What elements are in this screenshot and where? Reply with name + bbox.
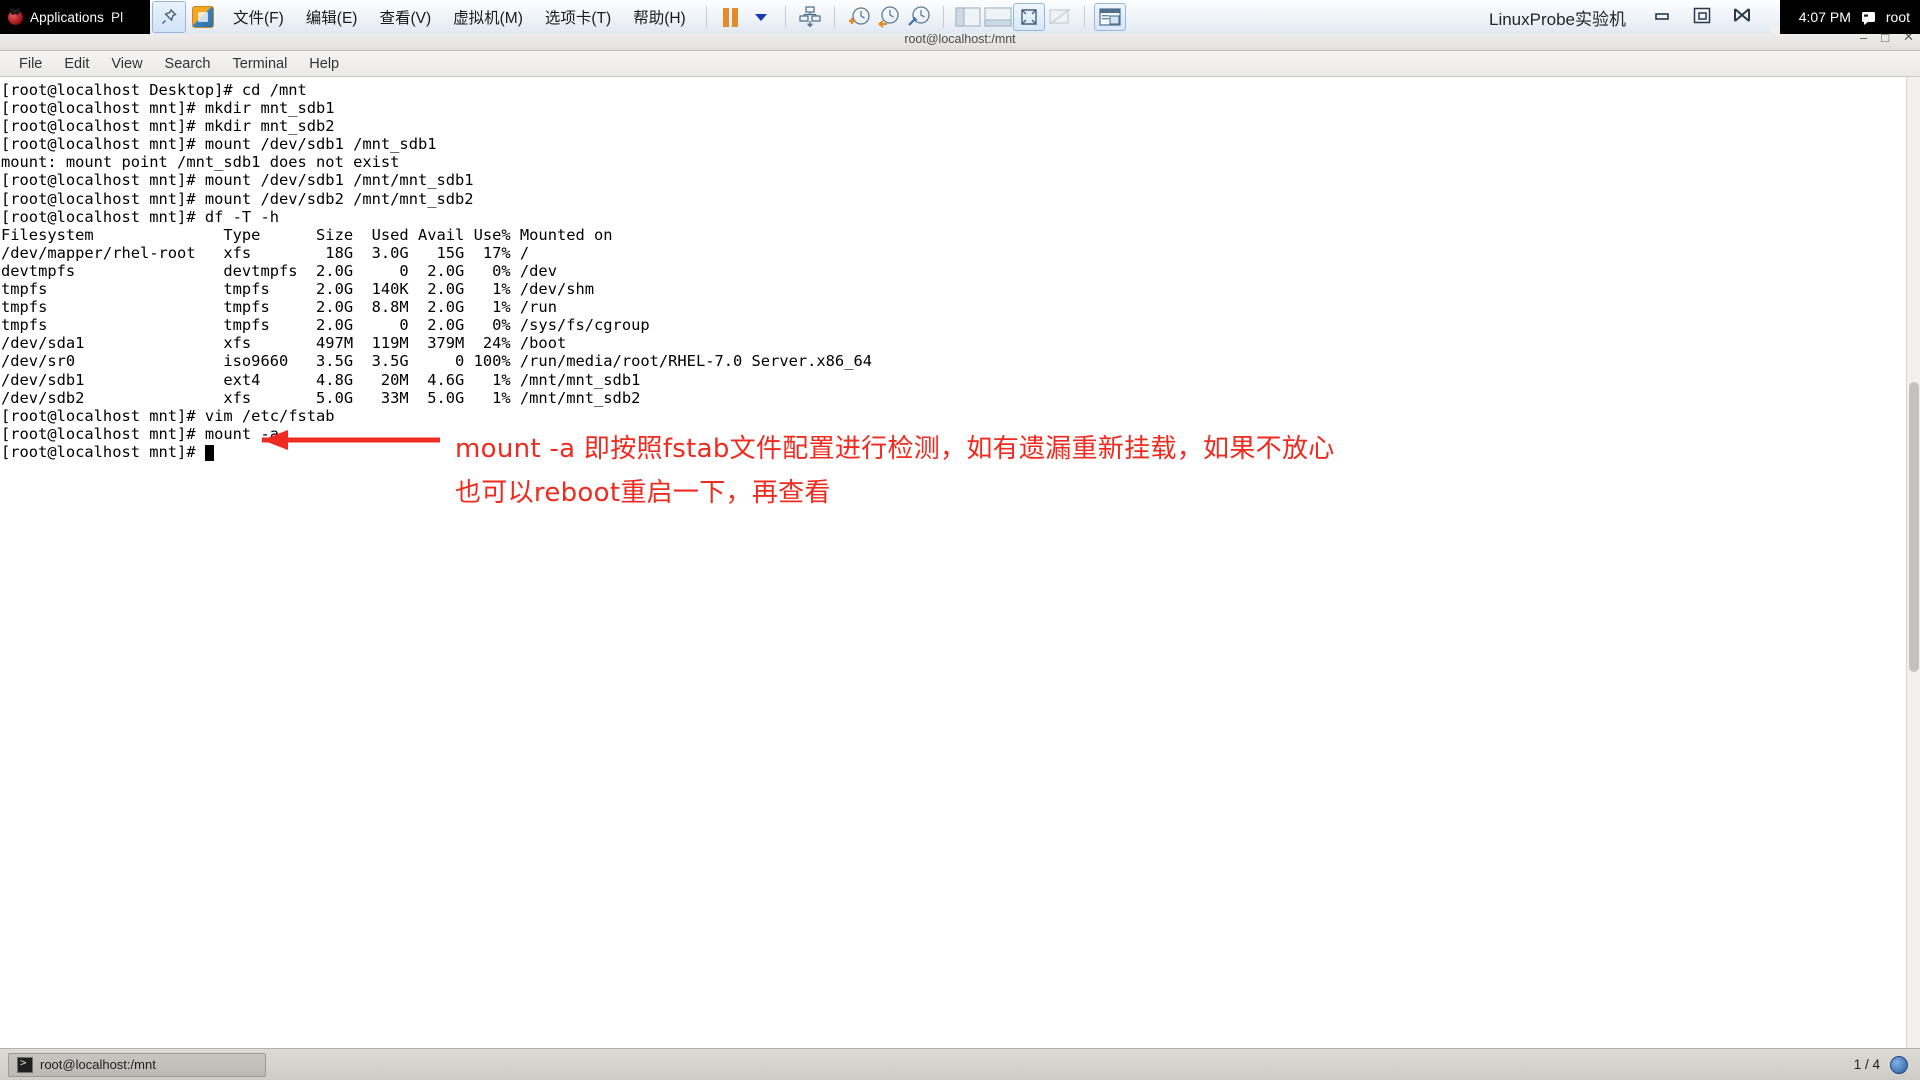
restore-glyph [1693, 7, 1711, 23]
terminal-window: root@localhost:/mnt – □ ✕ File Edit View… [0, 27, 1920, 1061]
workspace-indicator[interactable]: 1 / 4 [1853, 1055, 1920, 1074]
console-view-icon[interactable] [1093, 3, 1126, 31]
snapshot-take-glyph [848, 7, 870, 25]
terminal-scrollbar-thumb[interactable] [1909, 382, 1919, 672]
terminal-menu-help[interactable]: Help [298, 54, 350, 74]
workspace-switcher-icon[interactable] [1890, 1055, 1908, 1074]
terminal-menubar: File Edit View Search Terminal Help [0, 51, 1920, 77]
console-view-glyph [1099, 8, 1121, 26]
menu-vm[interactable]: 虚拟机(M) [442, 2, 534, 32]
toolbar-divider [705, 6, 707, 28]
gnome-top-panel-left: Applications Pl [0, 0, 150, 34]
menu-file[interactable]: 文件(F) [222, 2, 295, 32]
close-glyph [1734, 7, 1750, 22]
fullscreen-glyph [1021, 9, 1037, 25]
unity-mode-icon[interactable] [1045, 4, 1075, 30]
vmware-minimize-button[interactable] [1652, 7, 1672, 28]
user-label[interactable]: root [1886, 9, 1910, 25]
menu-tabs[interactable]: 选项卡(T) [534, 2, 622, 32]
vmware-menu-toolbar: 文件(F) 编辑(E) 查看(V) 虚拟机(M) 选项卡(T) 帮助(H) Li… [150, 0, 1770, 34]
vmware-window-buttons [1630, 6, 1770, 29]
ctrl-alt-del-glyph [799, 6, 821, 28]
terminal-icon [17, 1056, 33, 1073]
menu-edit[interactable]: 编辑(E) [295, 2, 369, 32]
toolbar-divider [784, 6, 786, 28]
show-sidebar-icon[interactable] [953, 4, 983, 30]
snapshot-take-icon[interactable] [844, 4, 874, 30]
gnome-top-panel-right: 4:07 PM root [1780, 0, 1920, 34]
terminal-menu-terminal[interactable]: Terminal [222, 54, 299, 74]
activities-label[interactable]: Applications [30, 10, 104, 25]
toolbar-divider [942, 6, 944, 28]
snapshot-manager-glyph [907, 6, 930, 26]
minimize-glyph [1655, 12, 1669, 20]
pause-icon[interactable] [716, 4, 746, 30]
user-status-icon [1861, 11, 1875, 25]
workspace-label: 1 / 4 [1853, 1057, 1880, 1072]
terminal-cursor [204, 445, 214, 461]
pin-glyph [162, 8, 177, 24]
places-label[interactable]: Pl [111, 10, 123, 25]
unity-glyph [1049, 8, 1071, 25]
fullscreen-icon[interactable] [1012, 3, 1045, 31]
terminal-menu-view[interactable]: View [100, 54, 153, 74]
thumbnail-bar-glyph [984, 7, 1012, 27]
terminal-menu-search[interactable]: Search [154, 54, 222, 74]
terminal-output-area[interactable]: [root@localhost Desktop]# cd /mnt [root@… [0, 77, 1920, 1061]
vmware-app-icon [192, 6, 214, 28]
terminal-menu-edit[interactable]: Edit [53, 54, 100, 74]
pin-icon[interactable] [152, 1, 186, 33]
menu-help[interactable]: 帮助(H) [622, 2, 697, 32]
vmware-close-button[interactable] [1732, 6, 1752, 29]
toolbar-divider [1083, 6, 1085, 28]
menu-view[interactable]: 查看(V) [368, 2, 442, 32]
toolbar-divider [833, 6, 835, 28]
taskbar-item-terminal[interactable]: root@localhost:/mnt [8, 1052, 266, 1077]
taskbar: root@localhost:/mnt 1 / 4 [0, 1048, 1920, 1080]
vmware-restore-button[interactable] [1692, 6, 1712, 29]
show-thumbnail-bar-icon[interactable] [983, 4, 1013, 30]
vmware-vm-title: LinuxProbe实验机 [1488, 9, 1626, 29]
gnome-foot-icon [8, 9, 23, 25]
snapshot-revert-icon[interactable] [874, 4, 904, 30]
snapshot-revert-glyph [877, 6, 899, 28]
taskbar-item-label: root@localhost:/mnt [40, 1057, 156, 1072]
sidebar-glyph [955, 7, 981, 27]
send-ctrl-alt-del-icon[interactable] [795, 4, 825, 30]
snapshot-manager-icon[interactable] [904, 4, 934, 30]
vmware-menubar: 文件(F) 编辑(E) 查看(V) 虚拟机(M) 选项卡(T) 帮助(H) [222, 2, 697, 32]
clock-label[interactable]: 4:07 PM [1799, 9, 1851, 25]
terminal-text: [root@localhost Desktop]# cd /mnt [root@… [1, 81, 872, 461]
dropdown-caret-icon[interactable] [746, 4, 776, 30]
terminal-scrollbar[interactable] [1906, 77, 1920, 1061]
terminal-menu-file[interactable]: File [8, 54, 53, 74]
